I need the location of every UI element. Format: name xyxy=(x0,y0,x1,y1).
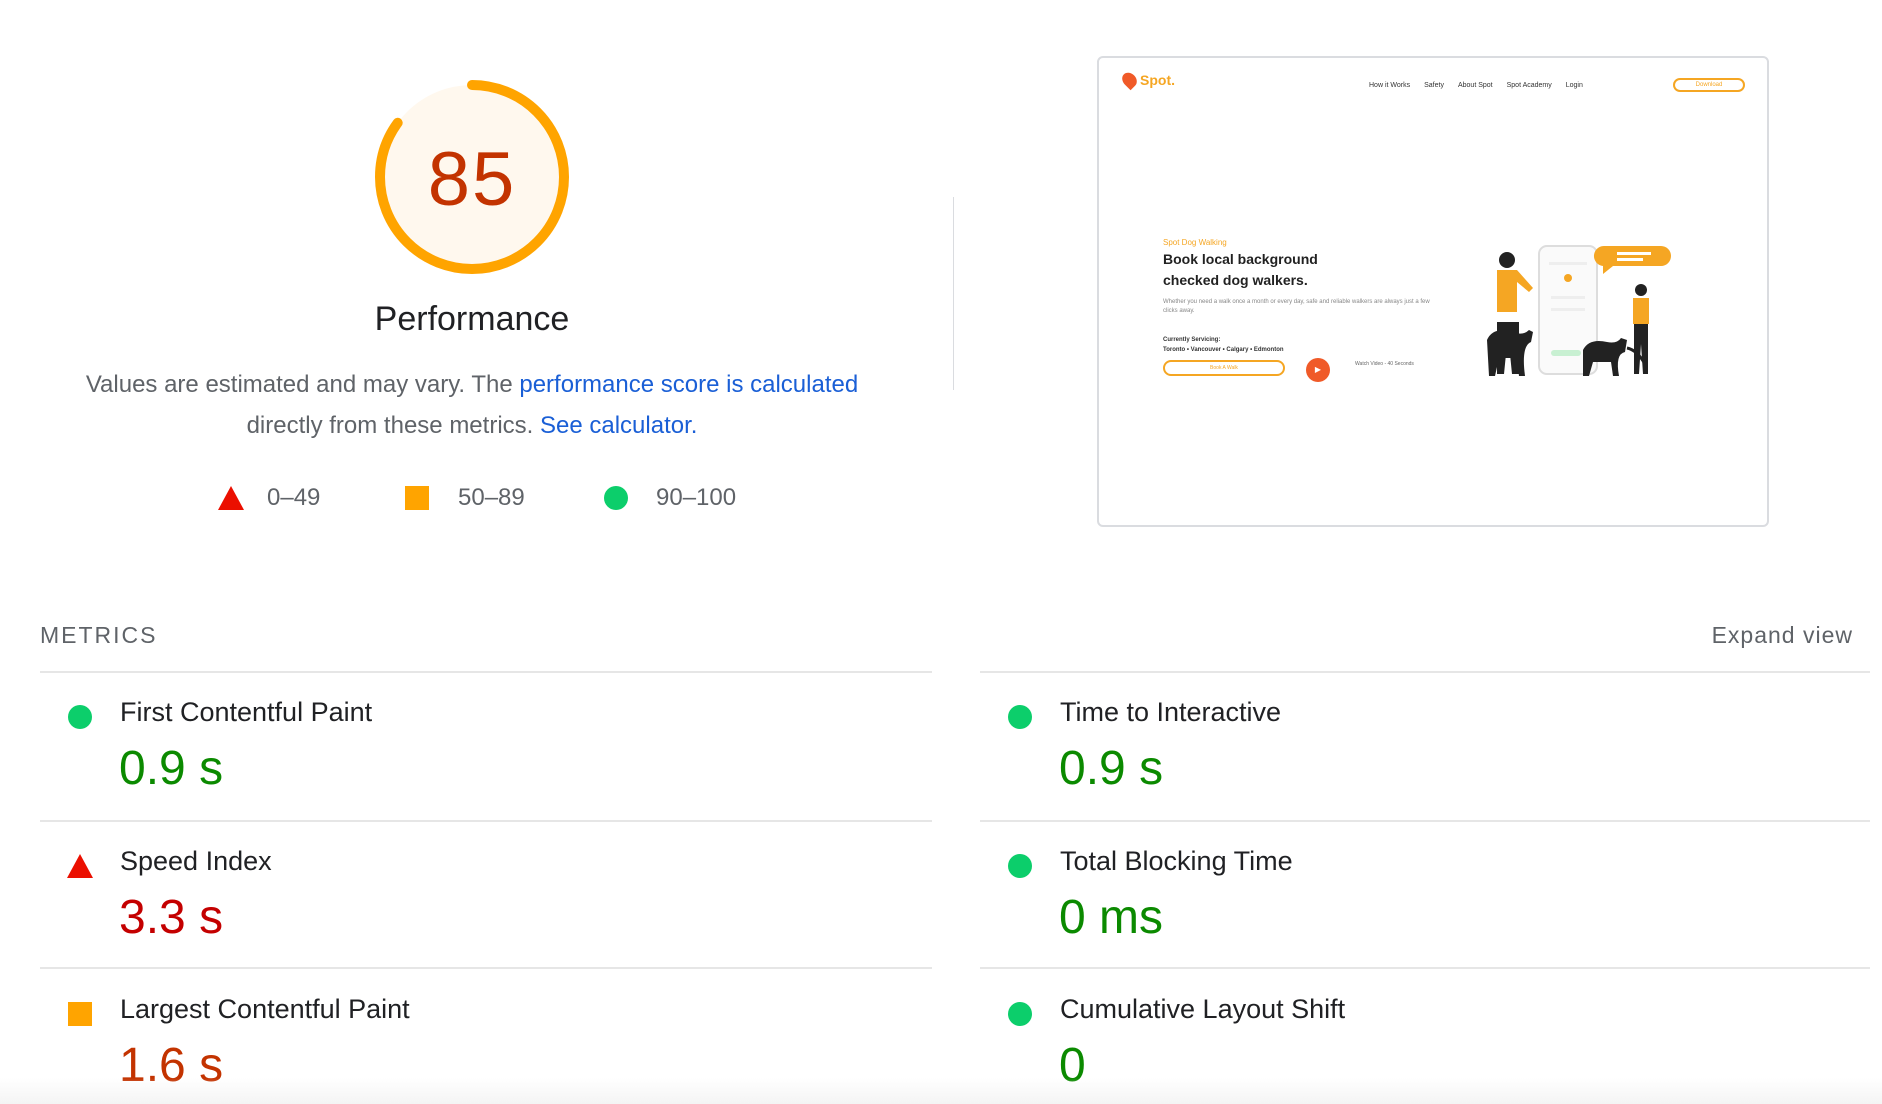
metric-value: 0.9 s xyxy=(1059,742,1164,795)
section-divider xyxy=(953,197,954,390)
thumbnail-logo: Spot. xyxy=(1119,69,1175,91)
metric-value: 3.3 s xyxy=(119,891,224,944)
metric-name: First Contentful Paint xyxy=(120,697,373,727)
legend-label: 0–49 xyxy=(267,484,321,511)
thumbnail-servicing: Currently Servicing: Toronto • Vancouver… xyxy=(1163,335,1363,355)
thumbnail-servicing-label: Currently Servicing: xyxy=(1163,337,1221,343)
thumbnail-nav-item: About Spot xyxy=(1457,82,1493,89)
thumbnail-watch-text: Watch Video - 40 Seconds xyxy=(1355,361,1414,367)
thumbnail-nav-item: Login xyxy=(1565,82,1583,89)
circle-icon xyxy=(1008,854,1032,878)
thumbnail-download-button: Download xyxy=(1673,78,1745,92)
metric-value: 0 ms xyxy=(1059,891,1164,944)
see-calculator-link[interactable]: See calculator. xyxy=(540,412,697,439)
score-explanation: Values are estimated and may vary. The p… xyxy=(62,364,882,446)
thumbnail-logo-text: Spot. xyxy=(1140,72,1175,88)
legend-item-average: 50–89 xyxy=(405,484,525,512)
explanation-text-1: Values are estimated and may vary. The xyxy=(85,371,520,398)
metric-name: Speed Index xyxy=(120,846,272,876)
thumbnail-nav-item: Safety xyxy=(1424,82,1444,89)
expand-view-toggle[interactable]: Expand view xyxy=(1712,622,1853,649)
circle-icon xyxy=(1008,705,1032,729)
explanation-text-2: directly from these metrics. xyxy=(246,412,540,439)
legend-label: 90–100 xyxy=(656,484,737,511)
metrics-divider xyxy=(40,967,932,969)
dog-walker-illustration xyxy=(1487,245,1671,376)
metrics-divider xyxy=(980,820,1870,822)
thumbnail-nav-item: Spot Academy xyxy=(1506,82,1552,89)
circle-icon xyxy=(604,486,628,510)
circle-icon xyxy=(68,705,92,729)
thumbnail-cta-button: Book A Walk xyxy=(1163,360,1285,376)
legend-item-pass: 90–100 xyxy=(604,484,736,512)
score-calculated-link[interactable]: performance score is calculated xyxy=(519,371,858,398)
metrics-divider xyxy=(980,967,1870,969)
bottom-fade xyxy=(0,1078,1882,1104)
metric-name: Time to Interactive xyxy=(1060,697,1282,727)
thumbnail-subtext: Whether you need a walk once a month or … xyxy=(1163,299,1430,314)
thumbnail-kicker: Spot Dog Walking xyxy=(1163,238,1227,247)
metrics-divider xyxy=(980,671,1870,673)
legend-label: 50–89 xyxy=(458,484,525,511)
metric-value: 0.9 s xyxy=(119,742,224,795)
square-icon xyxy=(68,1002,92,1026)
performance-score-value: 85 xyxy=(427,136,517,222)
circle-icon xyxy=(1008,1002,1032,1026)
thumbnail-servicing-cities: Toronto • Vancouver • Calgary • Edmonton xyxy=(1163,347,1284,353)
metrics-divider xyxy=(40,671,932,673)
metrics-heading: METRICS xyxy=(40,622,158,648)
page-screenshot-thumbnail[interactable]: Spot. How it Works Safety About Spot Spo… xyxy=(1097,56,1769,527)
triangle-icon xyxy=(218,486,244,510)
metric-name: Total Blocking Time xyxy=(1060,846,1293,876)
performance-title: Performance xyxy=(374,300,570,338)
metric-name: Largest Contentful Paint xyxy=(120,994,410,1024)
thumbnail-nav: How it Works Safety About Spot Spot Acad… xyxy=(1369,82,1583,89)
square-icon xyxy=(405,486,429,510)
legend-item-fail: 0–49 xyxy=(218,484,320,512)
metrics-divider xyxy=(40,820,932,822)
play-icon: ▶ xyxy=(1306,358,1330,382)
metric-name: Cumulative Layout Shift xyxy=(1060,994,1346,1024)
thumbnail-headline: Book local background checked dog walker… xyxy=(1163,251,1318,288)
thumbnail-nav-item: How it Works xyxy=(1369,82,1411,89)
performance-score-gauge: 85 xyxy=(372,77,572,277)
location-pin-icon xyxy=(1119,69,1140,91)
triangle-icon xyxy=(67,854,93,878)
